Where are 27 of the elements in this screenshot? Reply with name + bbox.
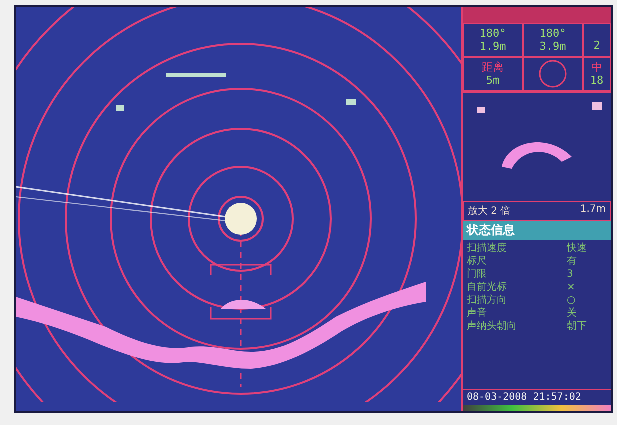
status-value: 快速 [567, 242, 588, 255]
readout-label: 距离 [482, 60, 504, 74]
range-value: 3.9m [540, 40, 566, 54]
magnify-label: 放大 2 倍 [468, 204, 511, 218]
status-value: 3 [567, 268, 574, 281]
status-label: 声音 [467, 307, 488, 320]
status-label: 门限 [467, 268, 487, 281]
status-label: 扫描速度 [467, 242, 508, 255]
readout-label: 中 [592, 60, 602, 74]
bearing-value: 180° [540, 26, 566, 40]
status-label: 自前光标 [467, 281, 508, 294]
circle-icon [538, 59, 568, 89]
status-value: ○ [567, 294, 577, 307]
magnify-value: 1.7m [580, 204, 606, 217]
readout-value: 5m [486, 74, 500, 88]
range-value: 2 [594, 39, 600, 53]
status-label: 声纳头朝向 [467, 320, 518, 333]
status-value: 朝下 [567, 320, 588, 333]
range-value: 1.9m [480, 40, 506, 54]
status-value: 有 [567, 255, 578, 268]
status-value: × [567, 281, 576, 294]
status-value: 关 [567, 307, 578, 320]
status-label: 标尺 [467, 255, 488, 268]
readout-value: 18 [590, 74, 604, 88]
bearing-value: 180° [480, 26, 506, 40]
status-label: 扫描方向 [467, 294, 508, 307]
status-title: 状态信息 [463, 221, 611, 240]
